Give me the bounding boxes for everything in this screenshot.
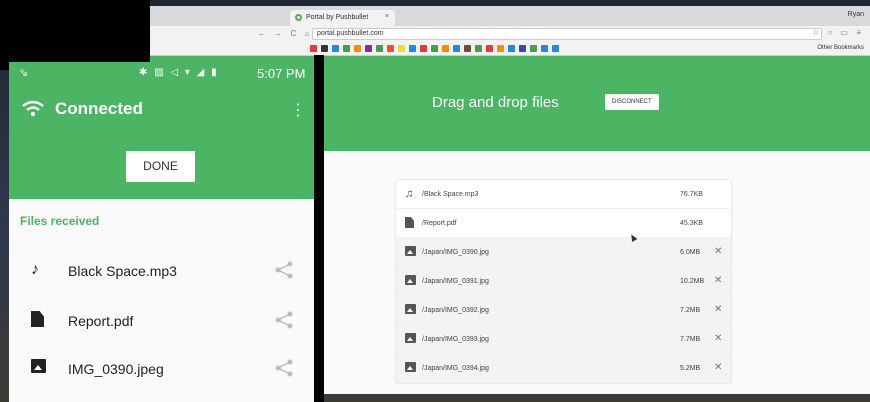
remove-file-icon[interactable]: ✕ [714,275,722,286]
file-row[interactable]: /Japan/IMG_0390.jpg 6.0MB ✕ [396,238,731,267]
profile-name[interactable]: Ryan [848,11,864,18]
tab-strip: Portal by Pushbullet × Ryan [150,6,870,26]
address-bar[interactable]: portal.pushbullet.com [312,28,822,40]
file-name: /Japan/IMG_0390.jpg [422,249,489,256]
file-size: 7.2MB [680,307,701,314]
document-icon [405,217,417,229]
remove-file-icon[interactable]: ✕ [714,333,722,344]
received-file-row[interactable]: IMG_0390.jpeg [9,345,314,395]
file-name: /Black Space.mp3 [422,191,479,198]
tab-portal[interactable]: Portal by Pushbullet × [290,10,395,26]
black-divider [314,55,324,402]
image-icon [405,275,417,287]
received-file-name: Report.pdf [68,313,134,329]
received-file-name: Black Space.mp3 [68,263,177,279]
bookmark-icon[interactable] [552,45,559,52]
toolbar-extension-icons[interactable]: ☆ ○ ▭ ≡ [812,28,864,37]
bookmark-icon[interactable] [530,45,537,52]
bookmark-icon[interactable] [354,45,361,52]
other-bookmarks-folder[interactable]: Other Bookmarks [817,45,864,51]
navigation-buttons[interactable]: ← → C ⌂ [258,29,312,38]
file-row[interactable]: /Japan/IMG_0393.jpg 7.7MB ✕ [396,325,731,354]
black-overlay [0,0,150,70]
pushbullet-favicon-icon [295,14,302,21]
bookmark-icon[interactable] [409,45,416,52]
bookmark-icon[interactable] [431,45,438,52]
file-transfer-list: ♫ /Black Space.mp3 76.7KB/Report.pdf 45.3KB… [396,180,731,383]
music-note-icon: ♪ [31,261,39,278]
bookmark-icon[interactable] [310,45,317,52]
bookmark-icon[interactable] [321,45,328,52]
notification-icon: ⇘ [19,67,29,79]
file-size: 10.2MB [680,278,705,285]
bookmark-icon[interactable] [453,45,460,52]
done-button[interactable]: DONE [126,151,195,182]
bookmark-icon[interactable] [420,45,427,52]
received-file-row[interactable]: ♪ Black Space.mp3 [9,247,314,297]
toolbar: ← → C ⌂ portal.pushbullet.com ☆ ○ ▭ ≡ [150,26,870,42]
image-icon [405,333,417,345]
phone-screen: ⇘ ✱ ▧ ◁ ▾ ◢ ▮ 5:07 PM Connected ⋮ DONE F… [9,62,314,402]
drag-drop-title: Drag and drop files [432,94,559,111]
bookmark-icon[interactable] [343,45,350,52]
status-icons: ✱ ▧ ◁ ▾ ◢ ▮ [139,67,219,78]
image-icon [405,246,417,258]
bookmark-icon[interactable] [376,45,383,52]
image-icon [405,362,417,374]
connection-status-title: Connected [55,99,143,118]
file-size: 7.7MB [680,336,701,343]
bookmark-icon[interactable] [486,45,493,52]
share-icon[interactable] [274,358,294,378]
image-icon [405,304,417,316]
tab-title: Portal by Pushbullet [306,14,369,21]
file-row[interactable]: /Japan/IMG_0392.jpg 7.2MB ✕ [396,296,731,325]
files-received-heading: Files received [20,214,100,228]
file-size: 76.7KB [680,191,703,198]
status-bar: ⇘ ✱ ▧ ◁ ▾ ◢ ▮ 5:07 PM [9,62,314,86]
file-row[interactable]: /Japan/IMG_0391.jpg 10.2MB ✕ [396,267,731,296]
remove-file-icon[interactable]: ✕ [714,362,722,373]
tab-close-icon[interactable]: × [385,13,389,20]
bookmark-icon[interactable] [497,45,504,52]
remove-file-icon[interactable]: ✕ [714,246,722,257]
file-name: /Report.pdf [422,220,457,227]
file-row[interactable]: ♫ /Black Space.mp3 76.7KB [396,180,731,209]
music-note-icon: ♫ [405,188,414,200]
bookmark-icon[interactable] [442,45,449,52]
file-name: /Japan/IMG_0394.jpg [422,365,489,372]
bookmark-icon[interactable] [398,45,405,52]
bookmark-icon[interactable] [365,45,372,52]
file-size: 5.2MB [680,365,701,372]
file-size: 45.3KB [680,220,703,227]
bookmark-icon[interactable] [332,45,339,52]
remove-file-icon[interactable]: ✕ [714,304,722,315]
file-name: /Japan/IMG_0391.jpg [422,278,489,285]
bookmark-icon[interactable] [519,45,526,52]
bookmark-icon[interactable] [464,45,471,52]
bookmarks-bar: Other Bookmarks [150,42,870,56]
file-row[interactable]: /Japan/IMG_0394.jpg 5.2MB ✕ [396,354,731,383]
file-size: 6.0MB [680,249,701,256]
wifi-icon [22,100,44,117]
share-icon[interactable] [274,310,294,330]
share-icon[interactable] [274,260,294,280]
bookmark-icon[interactable] [508,45,515,52]
bookmark-icon[interactable] [387,45,394,52]
file-name: /Japan/IMG_0393.jpg [422,336,489,343]
received-file-row[interactable]: Report.pdf [9,297,314,347]
image-icon [31,359,46,378]
disconnect-button[interactable]: DISCONNECT [605,94,659,110]
bookmark-icon[interactable] [475,45,482,52]
received-file-name: IMG_0390.jpeg [68,361,164,377]
phone-app-header: ⇘ ✱ ▧ ◁ ▾ ◢ ▮ 5:07 PM Connected ⋮ DONE [9,62,314,199]
status-time: 5:07 PM [257,66,306,81]
file-row[interactable]: /Report.pdf 45.3KB [396,209,731,238]
file-name: /Japan/IMG_0392.jpg [422,307,489,314]
bookmark-icon[interactable] [541,45,548,52]
overflow-menu-icon[interactable]: ⋮ [290,100,306,120]
document-icon [31,311,44,332]
bookmark-favicons [310,45,559,52]
